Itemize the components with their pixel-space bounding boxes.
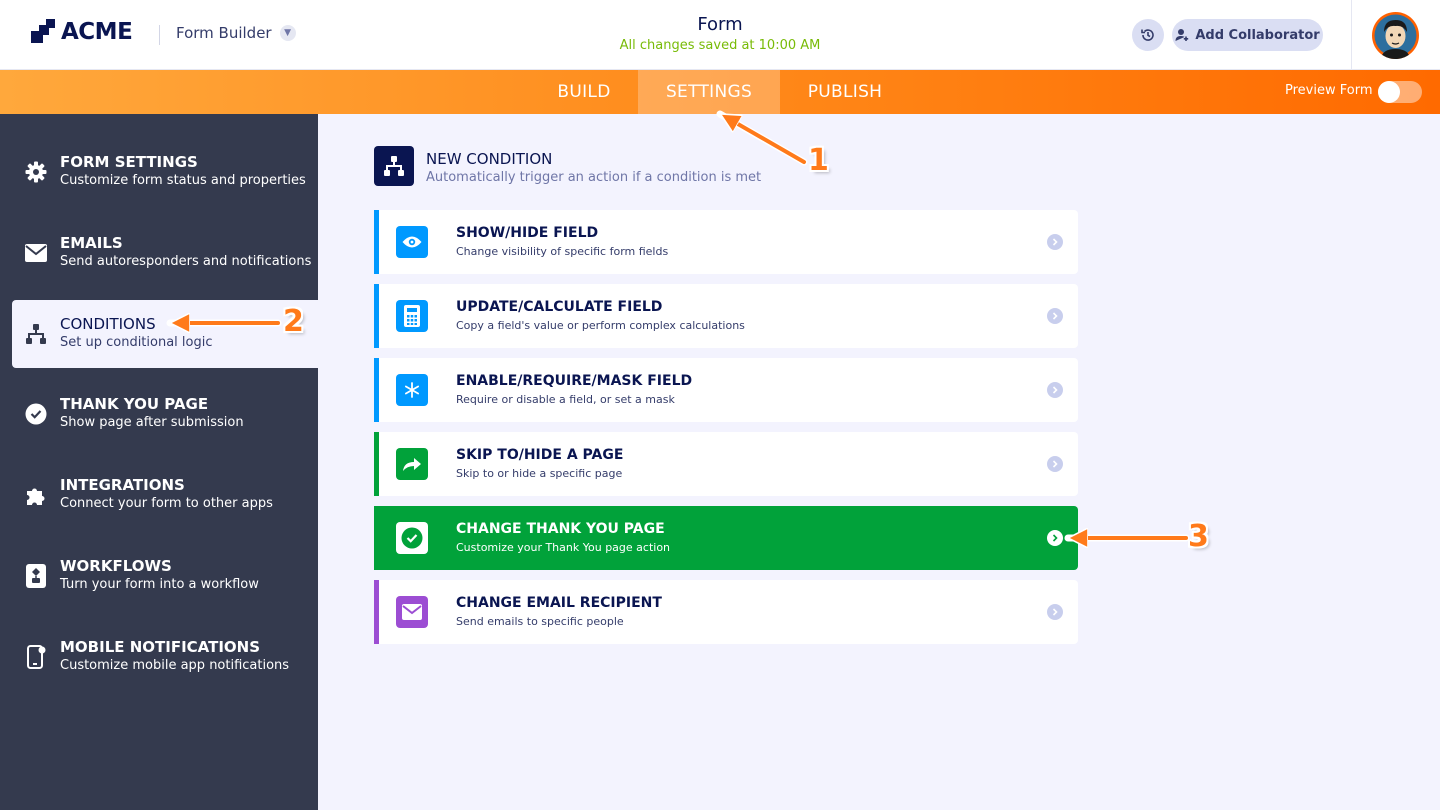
settings-sidebar: FORM SETTINGS Customize form status and … [0,114,318,810]
tab-bar: BUILD SETTINGS PUBLISH [0,70,1440,114]
add-collaborator-button[interactable]: Add Collaborator [1172,19,1323,51]
sidebar-item-form-settings[interactable]: FORM SETTINGS Customize form status and … [0,138,318,206]
card-accent-bar [374,358,379,422]
sidebar-item-mobile-notifications[interactable]: MOBILE NOTIFICATIONS Customize mobile ap… [0,623,318,691]
card-title: CHANGE THANK YOU PAGE [456,521,665,537]
sidebar-item-subtitle: Set up conditional logic [60,335,213,350]
condition-card-enable-require-mask-field[interactable]: ENABLE/REQUIRE/MASK FIELD Require or dis… [374,358,1078,422]
check-circle-icon [396,522,428,554]
sidebar-item-title: WORKFLOWS [60,557,172,575]
chevron-right-icon [1047,604,1063,620]
sidebar-item-subtitle: Show page after submission [60,415,244,430]
card-title: CHANGE EMAIL RECIPIENT [456,595,662,611]
mobile-notification-icon [24,645,48,669]
new-condition-title: NEW CONDITION [426,150,553,168]
condition-card-show-hide-field[interactable]: SHOW/HIDE FIELD Change visibility of spe… [374,210,1078,274]
tab-build[interactable]: BUILD [530,70,638,114]
sidebar-item-title: MOBILE NOTIFICATIONS [60,638,261,656]
sidebar-item-title: CONDITIONS [60,315,156,333]
forward-arrow-icon [396,448,428,480]
card-accent-bar [374,506,379,570]
condition-card-update-calculate-field[interactable]: UPDATE/CALCULATE FIELD Copy a field's va… [374,284,1078,348]
card-subtitle: Skip to or hide a specific page [456,467,623,480]
tab-settings[interactable]: SETTINGS [638,70,780,114]
envelope-icon [24,241,48,265]
sidebar-item-title: FORM SETTINGS [60,153,198,171]
avatar-face-icon [1374,14,1417,59]
top-header: ACME Form Builder ▼ Form All changes sav… [0,0,1440,70]
card-subtitle: Send emails to specific people [456,615,624,628]
card-accent-bar [374,432,379,496]
card-title: SKIP TO/HIDE A PAGE [456,447,624,463]
sidebar-item-integrations[interactable]: INTEGRATIONS Connect your form to other … [0,461,318,529]
sidebar-item-subtitle: Turn your form into a workflow [60,577,259,592]
card-accent-bar [374,210,379,274]
new-condition-subtitle: Automatically trigger an action if a con… [426,170,762,185]
sitemap-icon [24,322,48,346]
annotation-number-2: 2 [283,304,304,339]
card-title: SHOW/HIDE FIELD [456,225,599,241]
chevron-right-icon [1047,308,1063,324]
card-subtitle: Change visibility of specific form field… [456,245,669,258]
envelope-icon [396,596,428,628]
sidebar-item-title: THANK YOU PAGE [60,395,209,413]
condition-card-change-email-recipient[interactable]: CHANGE EMAIL RECIPIENT Send emails to sp… [374,580,1078,644]
preview-form-label: Preview Form [1285,83,1373,98]
sidebar-item-conditions[interactable]: CONDITIONS Set up conditional logic [12,300,318,368]
tab-publish[interactable]: PUBLISH [780,70,910,114]
workflow-icon [24,564,48,588]
card-title: ENABLE/REQUIRE/MASK FIELD [456,373,693,389]
chevron-right-icon [1047,530,1063,546]
new-condition-icon-box [374,146,414,186]
asterisk-icon [396,374,428,406]
toggle-knob [1378,81,1400,103]
sidebar-item-title: EMAILS [60,234,123,252]
gear-icon [24,160,48,184]
condition-card-skip-hide-page[interactable]: SKIP TO/HIDE A PAGE Skip to or hide a sp… [374,432,1078,496]
sitemap-icon [384,156,404,176]
check-circle-icon [24,402,48,426]
sidebar-item-subtitle: Connect your form to other apps [60,496,273,511]
sidebar-item-subtitle: Send autoresponders and notifications [60,254,312,269]
condition-card-change-thank-you-page[interactable]: CHANGE THANK YOU PAGE Customize your Tha… [374,506,1078,570]
chevron-right-icon [1047,456,1063,472]
add-collaborator-label: Add Collaborator [1195,27,1320,43]
card-accent-bar [374,580,379,644]
card-subtitle: Customize your Thank You page action [456,541,671,554]
card-subtitle: Require or disable a field, or set a mas… [456,393,675,406]
history-button[interactable] [1132,19,1164,51]
preview-form-toggle[interactable] [1378,81,1422,103]
sidebar-item-subtitle: Customize form status and properties [60,173,306,188]
chevron-right-icon [1047,234,1063,250]
card-subtitle: Copy a field's value or perform complex … [456,319,745,332]
annotation-number-1: 1 [808,143,829,178]
sidebar-item-workflows[interactable]: WORKFLOWS Turn your form into a workflow [0,542,318,610]
eye-icon [396,226,428,258]
card-title: UPDATE/CALCULATE FIELD [456,299,663,315]
sidebar-item-title: INTEGRATIONS [60,476,185,494]
header-divider-right [1351,0,1352,70]
card-accent-bar [374,284,379,348]
calculator-icon [396,300,428,332]
puzzle-icon [24,483,48,507]
add-user-icon [1175,29,1189,41]
sidebar-item-thank-you-page[interactable]: THANK YOU PAGE Show page after submissio… [0,380,318,448]
user-avatar[interactable] [1372,12,1419,59]
annotation-arrow-1 [716,110,808,166]
history-icon [1141,29,1154,41]
sidebar-item-subtitle: Customize mobile app notifications [60,658,290,673]
annotation-number-3: 3 [1188,519,1209,554]
sidebar-item-emails[interactable]: EMAILS Send autoresponders and notificat… [0,219,318,287]
chevron-right-icon [1047,382,1063,398]
